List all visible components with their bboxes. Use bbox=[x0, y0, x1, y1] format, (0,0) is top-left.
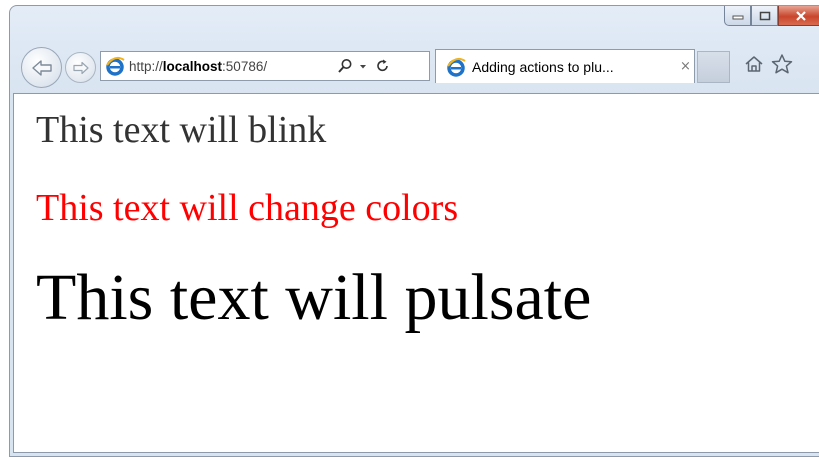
pulsate-text: This text will pulsate bbox=[36, 261, 592, 334]
url-scheme: http:// bbox=[129, 58, 163, 74]
ie-logo-icon bbox=[446, 57, 466, 77]
tab-active[interactable]: Adding actions to plu... × bbox=[435, 49, 695, 83]
color-changing-text: This text will change colors bbox=[36, 187, 459, 229]
close-window-button[interactable] bbox=[778, 6, 819, 26]
address-url[interactable]: http://localhost:50786/ bbox=[129, 59, 329, 74]
ie-logo-icon bbox=[105, 56, 125, 76]
address-bar[interactable]: http://localhost:50786/ bbox=[100, 51, 430, 81]
page-content: This text will blink This text will chan… bbox=[13, 93, 819, 453]
close-icon bbox=[796, 10, 806, 21]
refresh-icon[interactable] bbox=[375, 58, 391, 74]
tab-title: Adding actions to plu... bbox=[472, 58, 614, 75]
back-button[interactable] bbox=[21, 47, 62, 88]
home-icon[interactable] bbox=[743, 53, 765, 79]
url-host: localhost bbox=[162, 58, 223, 74]
favorites-star-icon[interactable] bbox=[770, 53, 794, 79]
minimize-icon bbox=[732, 15, 743, 19]
caption-buttons bbox=[724, 6, 819, 28]
url-path: :50786/ bbox=[222, 58, 268, 74]
maximize-icon bbox=[759, 11, 770, 20]
dropdown-icon[interactable] bbox=[357, 58, 369, 74]
forward-button[interactable] bbox=[65, 52, 96, 83]
new-tab-button[interactable] bbox=[697, 51, 730, 83]
address-tools bbox=[337, 58, 391, 74]
minimize-button[interactable] bbox=[724, 6, 751, 26]
back-arrow-icon bbox=[31, 59, 52, 76]
navigation-toolbar: http://localhost:50786/ Adding actions t… bbox=[10, 39, 819, 95]
forward-arrow-icon bbox=[72, 61, 89, 74]
search-icon[interactable] bbox=[337, 58, 353, 74]
browser-window: http://localhost:50786/ Adding actions t… bbox=[9, 5, 819, 457]
tab-close-button[interactable]: × bbox=[680, 59, 691, 74]
blink-text: This text will blink bbox=[36, 109, 327, 151]
maximize-button[interactable] bbox=[751, 6, 778, 26]
